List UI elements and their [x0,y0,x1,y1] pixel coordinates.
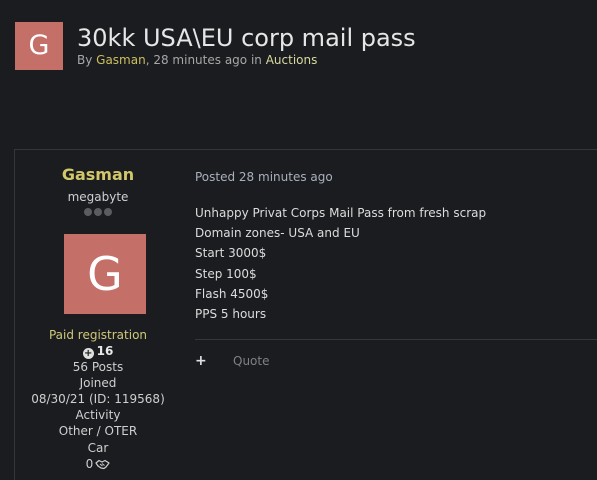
rank-dot [104,208,112,216]
post-line: Step 100$ [195,266,257,281]
post-body: Unhappy Privat Corps Mail Pass from fres… [195,203,486,324]
post-line: Domain zones- USA and EU [195,226,360,241]
post-content: Posted 28 minutes ago Unhappy Privat Cor… [195,150,597,480]
post-timestamp[interactable]: Posted 28 minutes ago [195,170,333,184]
post-line: Unhappy Privat Corps Mail Pass from fres… [195,206,487,220]
rank-dot [94,208,102,216]
post-line: Start 3000$ [195,246,267,261]
topic-meta: By Gasman, 28 minutes ago in Auctions [77,53,317,67]
page: G 30kk USA\EU corp mail pass By Gasman, … [0,0,597,480]
forum-link[interactable]: Auctions [266,53,318,67]
car-row: 0 [15,457,181,471]
car-value: 0 [85,457,94,471]
joined-label: Joined [79,376,117,390]
rank-dot [84,208,92,216]
author-avatar-small[interactable]: G [15,22,63,70]
multiquote-plus-icon[interactable]: + [195,353,209,369]
author-rank: megabyte [67,190,129,204]
activity-label: Activity [75,408,121,422]
post-line: PPS 5 hours [195,307,267,322]
rank-dots [15,208,181,216]
author-group: Paid registration [48,328,148,342]
topic-author-link[interactable]: Gasman [96,53,146,67]
meta-by: By [77,53,97,67]
handshake-icon [95,459,110,470]
post-actions: + Quote [195,353,269,369]
reputation-plus-icon: + [82,348,94,359]
post-divider [195,339,597,340]
post: Gasman megabyte G Paid registration +16 … [14,149,597,480]
joined-value: 08/30/21 (ID: 119568) [31,392,165,406]
quote-button[interactable]: Quote [233,354,269,368]
post-count: 56 Posts [72,360,124,374]
post-line: Flash 4500$ [195,286,269,301]
author-name[interactable]: Gasman [15,165,181,184]
author-panel: Gasman megabyte G Paid registration +16 … [15,150,181,480]
reputation: +16 [15,344,181,359]
topic-title: 30kk USA\EU corp mail pass [77,24,416,52]
author-avatar[interactable]: G [64,234,146,314]
car-label: Car [87,441,109,455]
activity-value: Other / OTER [58,424,138,438]
reputation-count: 16 [96,344,114,358]
meta-time: , 28 minutes ago in [145,53,266,67]
